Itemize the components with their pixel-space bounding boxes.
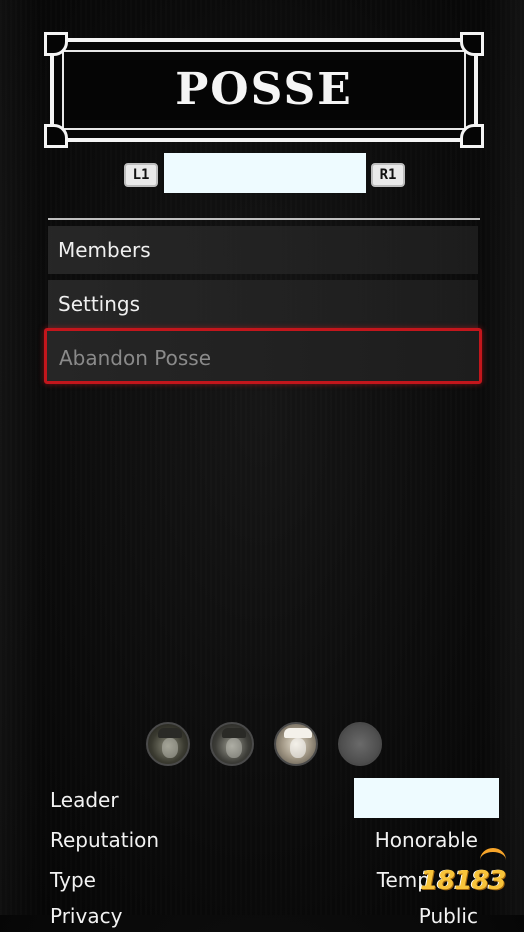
tab-current-name — [164, 153, 366, 193]
type-label: Type — [50, 868, 96, 892]
title-frame: POSSE — [44, 32, 484, 148]
info-row-reputation: Reputation Honorable — [50, 824, 478, 856]
hat-icon — [158, 728, 182, 738]
menu-item-abandon-posse[interactable]: Abandon Posse — [44, 328, 482, 384]
hat-icon — [222, 728, 246, 738]
member-avatar-icon[interactable] — [274, 722, 318, 766]
reputation-label: Reputation — [50, 828, 160, 852]
leader-value — [354, 778, 499, 818]
member-avatar-icon[interactable] — [146, 722, 190, 766]
face-icon — [226, 738, 242, 758]
watermark-text: 18183 — [420, 866, 506, 896]
leader-label: Leader — [50, 788, 119, 812]
privacy-label: Privacy — [50, 904, 123, 928]
divider — [48, 218, 480, 220]
tab-bar: L1 R1 — [0, 153, 524, 193]
member-avatars — [0, 722, 524, 766]
info-row-type: Type Temp — [50, 864, 478, 896]
info-row-leader: Leader — [50, 778, 499, 818]
face-icon — [162, 738, 178, 758]
hat-icon — [284, 728, 312, 738]
r1-button[interactable]: R1 — [371, 163, 405, 187]
privacy-value: Public — [418, 904, 478, 928]
ornament-corner-icon — [460, 124, 484, 148]
face-icon — [290, 738, 306, 758]
l1-button[interactable]: L1 — [124, 163, 158, 187]
info-row-privacy: Privacy Public — [50, 900, 478, 932]
menu-item-members[interactable]: Members — [48, 226, 478, 274]
menu-item-settings[interactable]: Settings — [48, 280, 478, 328]
page-title: POSSE — [175, 64, 353, 115]
watermark-logo: 18183 — [418, 848, 518, 900]
member-avatar-icon[interactable] — [210, 722, 254, 766]
empty-slot-icon[interactable] — [338, 722, 382, 766]
